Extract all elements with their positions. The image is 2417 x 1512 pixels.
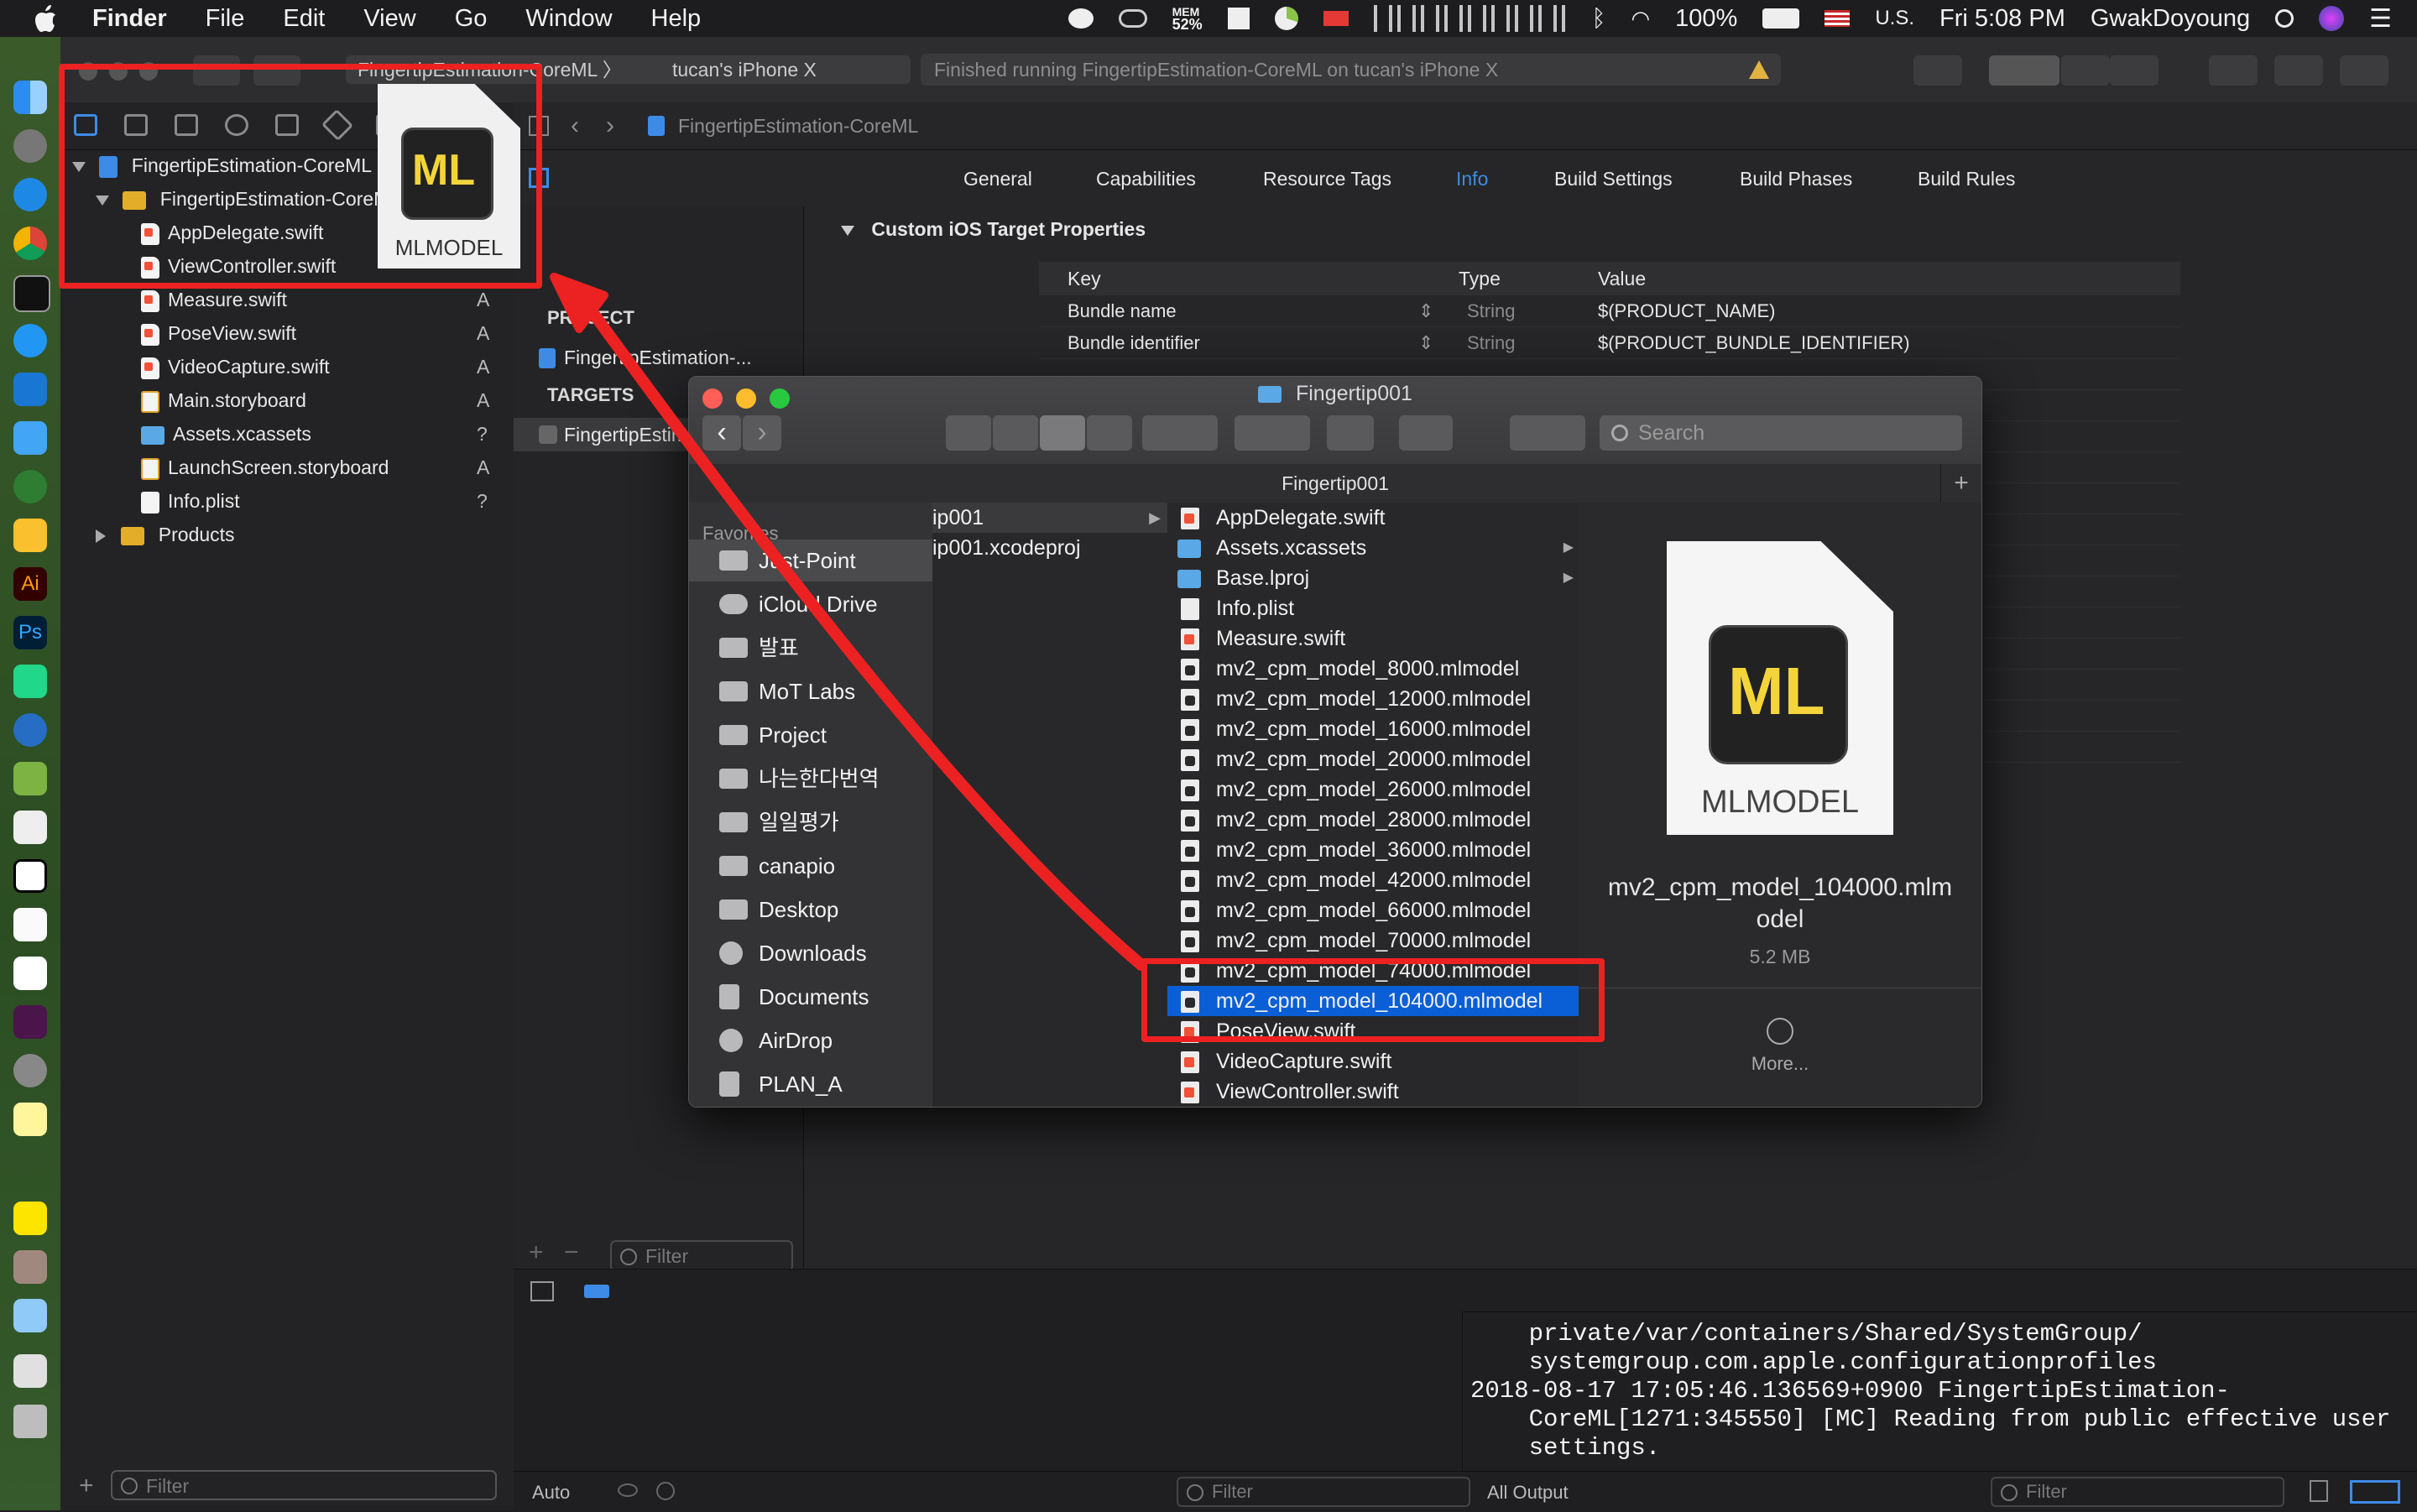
annotation-arrow — [550, 273, 1147, 971]
